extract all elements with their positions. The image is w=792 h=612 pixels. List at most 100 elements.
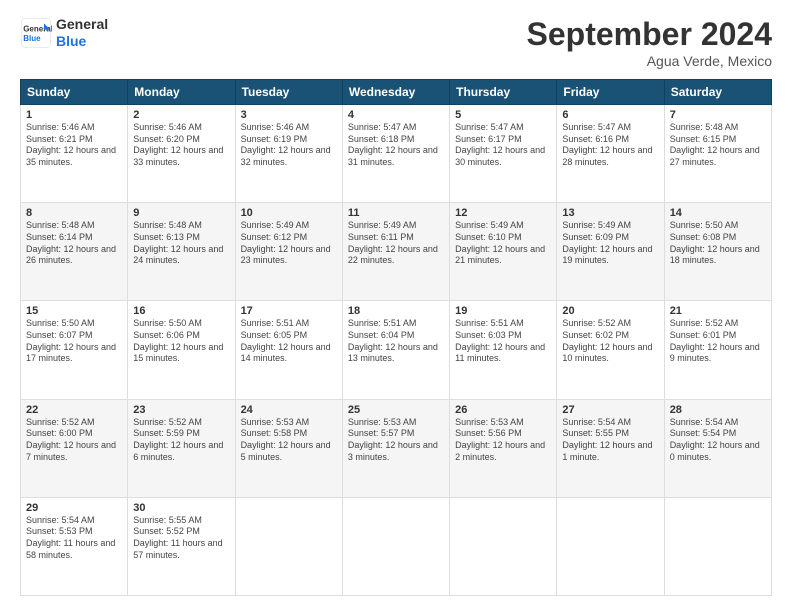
day-content: Sunrise: 5:54 AMSunset: 5:54 PMDaylight:… <box>670 417 766 464</box>
day-content: Sunrise: 5:53 AMSunset: 5:58 PMDaylight:… <box>241 417 337 464</box>
logo: General Blue General Blue <box>20 16 108 50</box>
header-monday: Monday <box>128 80 235 105</box>
day-number: 7 <box>670 109 766 121</box>
day-number: 28 <box>670 404 766 416</box>
header: General Blue General Blue September 2024… <box>20 16 772 69</box>
calendar-cell <box>557 497 664 595</box>
calendar-table: Sunday Monday Tuesday Wednesday Thursday… <box>20 79 772 596</box>
day-number: 1 <box>26 109 122 121</box>
header-tuesday: Tuesday <box>235 80 342 105</box>
header-saturday: Saturday <box>664 80 771 105</box>
day-content: Sunrise: 5:50 AMSunset: 6:08 PMDaylight:… <box>670 220 766 267</box>
day-content: Sunrise: 5:46 AMSunset: 6:21 PMDaylight:… <box>26 122 122 169</box>
day-number: 17 <box>241 305 337 317</box>
day-number: 11 <box>348 207 444 219</box>
day-content: Sunrise: 5:52 AMSunset: 5:59 PMDaylight:… <box>133 417 229 464</box>
calendar-cell: 28Sunrise: 5:54 AMSunset: 5:54 PMDayligh… <box>664 399 771 497</box>
day-content: Sunrise: 5:52 AMSunset: 6:02 PMDaylight:… <box>562 318 658 365</box>
day-content: Sunrise: 5:47 AMSunset: 6:17 PMDaylight:… <box>455 122 551 169</box>
day-content: Sunrise: 5:49 AMSunset: 6:10 PMDaylight:… <box>455 220 551 267</box>
calendar-cell: 6Sunrise: 5:47 AMSunset: 6:16 PMDaylight… <box>557 105 664 203</box>
calendar-cell: 1Sunrise: 5:46 AMSunset: 6:21 PMDaylight… <box>21 105 128 203</box>
day-number: 13 <box>562 207 658 219</box>
calendar-cell: 3Sunrise: 5:46 AMSunset: 6:19 PMDaylight… <box>235 105 342 203</box>
day-number: 24 <box>241 404 337 416</box>
calendar-cell: 27Sunrise: 5:54 AMSunset: 5:55 PMDayligh… <box>557 399 664 497</box>
calendar-cell <box>342 497 449 595</box>
day-number: 8 <box>26 207 122 219</box>
day-number: 25 <box>348 404 444 416</box>
calendar-cell: 13Sunrise: 5:49 AMSunset: 6:09 PMDayligh… <box>557 203 664 301</box>
day-number: 23 <box>133 404 229 416</box>
day-number: 6 <box>562 109 658 121</box>
day-number: 4 <box>348 109 444 121</box>
calendar-cell: 2Sunrise: 5:46 AMSunset: 6:20 PMDaylight… <box>128 105 235 203</box>
calendar-cell: 29Sunrise: 5:54 AMSunset: 5:53 PMDayligh… <box>21 497 128 595</box>
header-sunday: Sunday <box>21 80 128 105</box>
day-number: 18 <box>348 305 444 317</box>
day-number: 27 <box>562 404 658 416</box>
day-number: 9 <box>133 207 229 219</box>
calendar-cell: 4Sunrise: 5:47 AMSunset: 6:18 PMDaylight… <box>342 105 449 203</box>
calendar-cell: 7Sunrise: 5:48 AMSunset: 6:15 PMDaylight… <box>664 105 771 203</box>
day-content: Sunrise: 5:46 AMSunset: 6:19 PMDaylight:… <box>241 122 337 169</box>
day-number: 15 <box>26 305 122 317</box>
header-friday: Friday <box>557 80 664 105</box>
day-content: Sunrise: 5:54 AMSunset: 5:53 PMDaylight:… <box>26 515 122 562</box>
calendar-cell: 30Sunrise: 5:55 AMSunset: 5:52 PMDayligh… <box>128 497 235 595</box>
header-thursday: Thursday <box>450 80 557 105</box>
calendar-cell: 5Sunrise: 5:47 AMSunset: 6:17 PMDaylight… <box>450 105 557 203</box>
calendar-cell: 9Sunrise: 5:48 AMSunset: 6:13 PMDaylight… <box>128 203 235 301</box>
title-block: September 2024 Agua Verde, Mexico <box>527 16 772 69</box>
day-number: 3 <box>241 109 337 121</box>
day-content: Sunrise: 5:49 AMSunset: 6:11 PMDaylight:… <box>348 220 444 267</box>
calendar-cell: 11Sunrise: 5:49 AMSunset: 6:11 PMDayligh… <box>342 203 449 301</box>
calendar-cell: 19Sunrise: 5:51 AMSunset: 6:03 PMDayligh… <box>450 301 557 399</box>
day-content: Sunrise: 5:51 AMSunset: 6:04 PMDaylight:… <box>348 318 444 365</box>
day-content: Sunrise: 5:47 AMSunset: 6:18 PMDaylight:… <box>348 122 444 169</box>
header-wednesday: Wednesday <box>342 80 449 105</box>
calendar-week-3: 15Sunrise: 5:50 AMSunset: 6:07 PMDayligh… <box>21 301 772 399</box>
day-content: Sunrise: 5:48 AMSunset: 6:14 PMDaylight:… <box>26 220 122 267</box>
calendar-cell: 15Sunrise: 5:50 AMSunset: 6:07 PMDayligh… <box>21 301 128 399</box>
calendar-week-1: 1Sunrise: 5:46 AMSunset: 6:21 PMDaylight… <box>21 105 772 203</box>
calendar-cell: 22Sunrise: 5:52 AMSunset: 6:00 PMDayligh… <box>21 399 128 497</box>
calendar-cell: 25Sunrise: 5:53 AMSunset: 5:57 PMDayligh… <box>342 399 449 497</box>
month-title: September 2024 <box>527 16 772 53</box>
day-number: 16 <box>133 305 229 317</box>
day-content: Sunrise: 5:51 AMSunset: 6:03 PMDaylight:… <box>455 318 551 365</box>
day-number: 19 <box>455 305 551 317</box>
calendar-cell: 12Sunrise: 5:49 AMSunset: 6:10 PMDayligh… <box>450 203 557 301</box>
day-content: Sunrise: 5:55 AMSunset: 5:52 PMDaylight:… <box>133 515 229 562</box>
calendar-week-4: 22Sunrise: 5:52 AMSunset: 6:00 PMDayligh… <box>21 399 772 497</box>
calendar-cell: 21Sunrise: 5:52 AMSunset: 6:01 PMDayligh… <box>664 301 771 399</box>
page: General Blue General Blue September 2024… <box>0 0 792 612</box>
day-content: Sunrise: 5:51 AMSunset: 6:05 PMDaylight:… <box>241 318 337 365</box>
calendar-cell: 20Sunrise: 5:52 AMSunset: 6:02 PMDayligh… <box>557 301 664 399</box>
svg-text:Blue: Blue <box>23 34 41 43</box>
location: Agua Verde, Mexico <box>527 53 772 69</box>
day-number: 21 <box>670 305 766 317</box>
day-number: 29 <box>26 502 122 514</box>
calendar-header-row: Sunday Monday Tuesday Wednesday Thursday… <box>21 80 772 105</box>
day-content: Sunrise: 5:52 AMSunset: 6:00 PMDaylight:… <box>26 417 122 464</box>
day-content: Sunrise: 5:50 AMSunset: 6:06 PMDaylight:… <box>133 318 229 365</box>
calendar-cell: 14Sunrise: 5:50 AMSunset: 6:08 PMDayligh… <box>664 203 771 301</box>
day-content: Sunrise: 5:46 AMSunset: 6:20 PMDaylight:… <box>133 122 229 169</box>
day-number: 22 <box>26 404 122 416</box>
day-number: 12 <box>455 207 551 219</box>
day-number: 5 <box>455 109 551 121</box>
calendar-cell: 24Sunrise: 5:53 AMSunset: 5:58 PMDayligh… <box>235 399 342 497</box>
day-number: 14 <box>670 207 766 219</box>
day-content: Sunrise: 5:52 AMSunset: 6:01 PMDaylight:… <box>670 318 766 365</box>
day-number: 30 <box>133 502 229 514</box>
day-number: 10 <box>241 207 337 219</box>
calendar-cell: 26Sunrise: 5:53 AMSunset: 5:56 PMDayligh… <box>450 399 557 497</box>
calendar-week-5: 29Sunrise: 5:54 AMSunset: 5:53 PMDayligh… <box>21 497 772 595</box>
day-number: 26 <box>455 404 551 416</box>
calendar-cell: 10Sunrise: 5:49 AMSunset: 6:12 PMDayligh… <box>235 203 342 301</box>
calendar-cell: 18Sunrise: 5:51 AMSunset: 6:04 PMDayligh… <box>342 301 449 399</box>
day-content: Sunrise: 5:49 AMSunset: 6:12 PMDaylight:… <box>241 220 337 267</box>
logo-icon: General Blue <box>20 17 52 49</box>
calendar-cell: 16Sunrise: 5:50 AMSunset: 6:06 PMDayligh… <box>128 301 235 399</box>
